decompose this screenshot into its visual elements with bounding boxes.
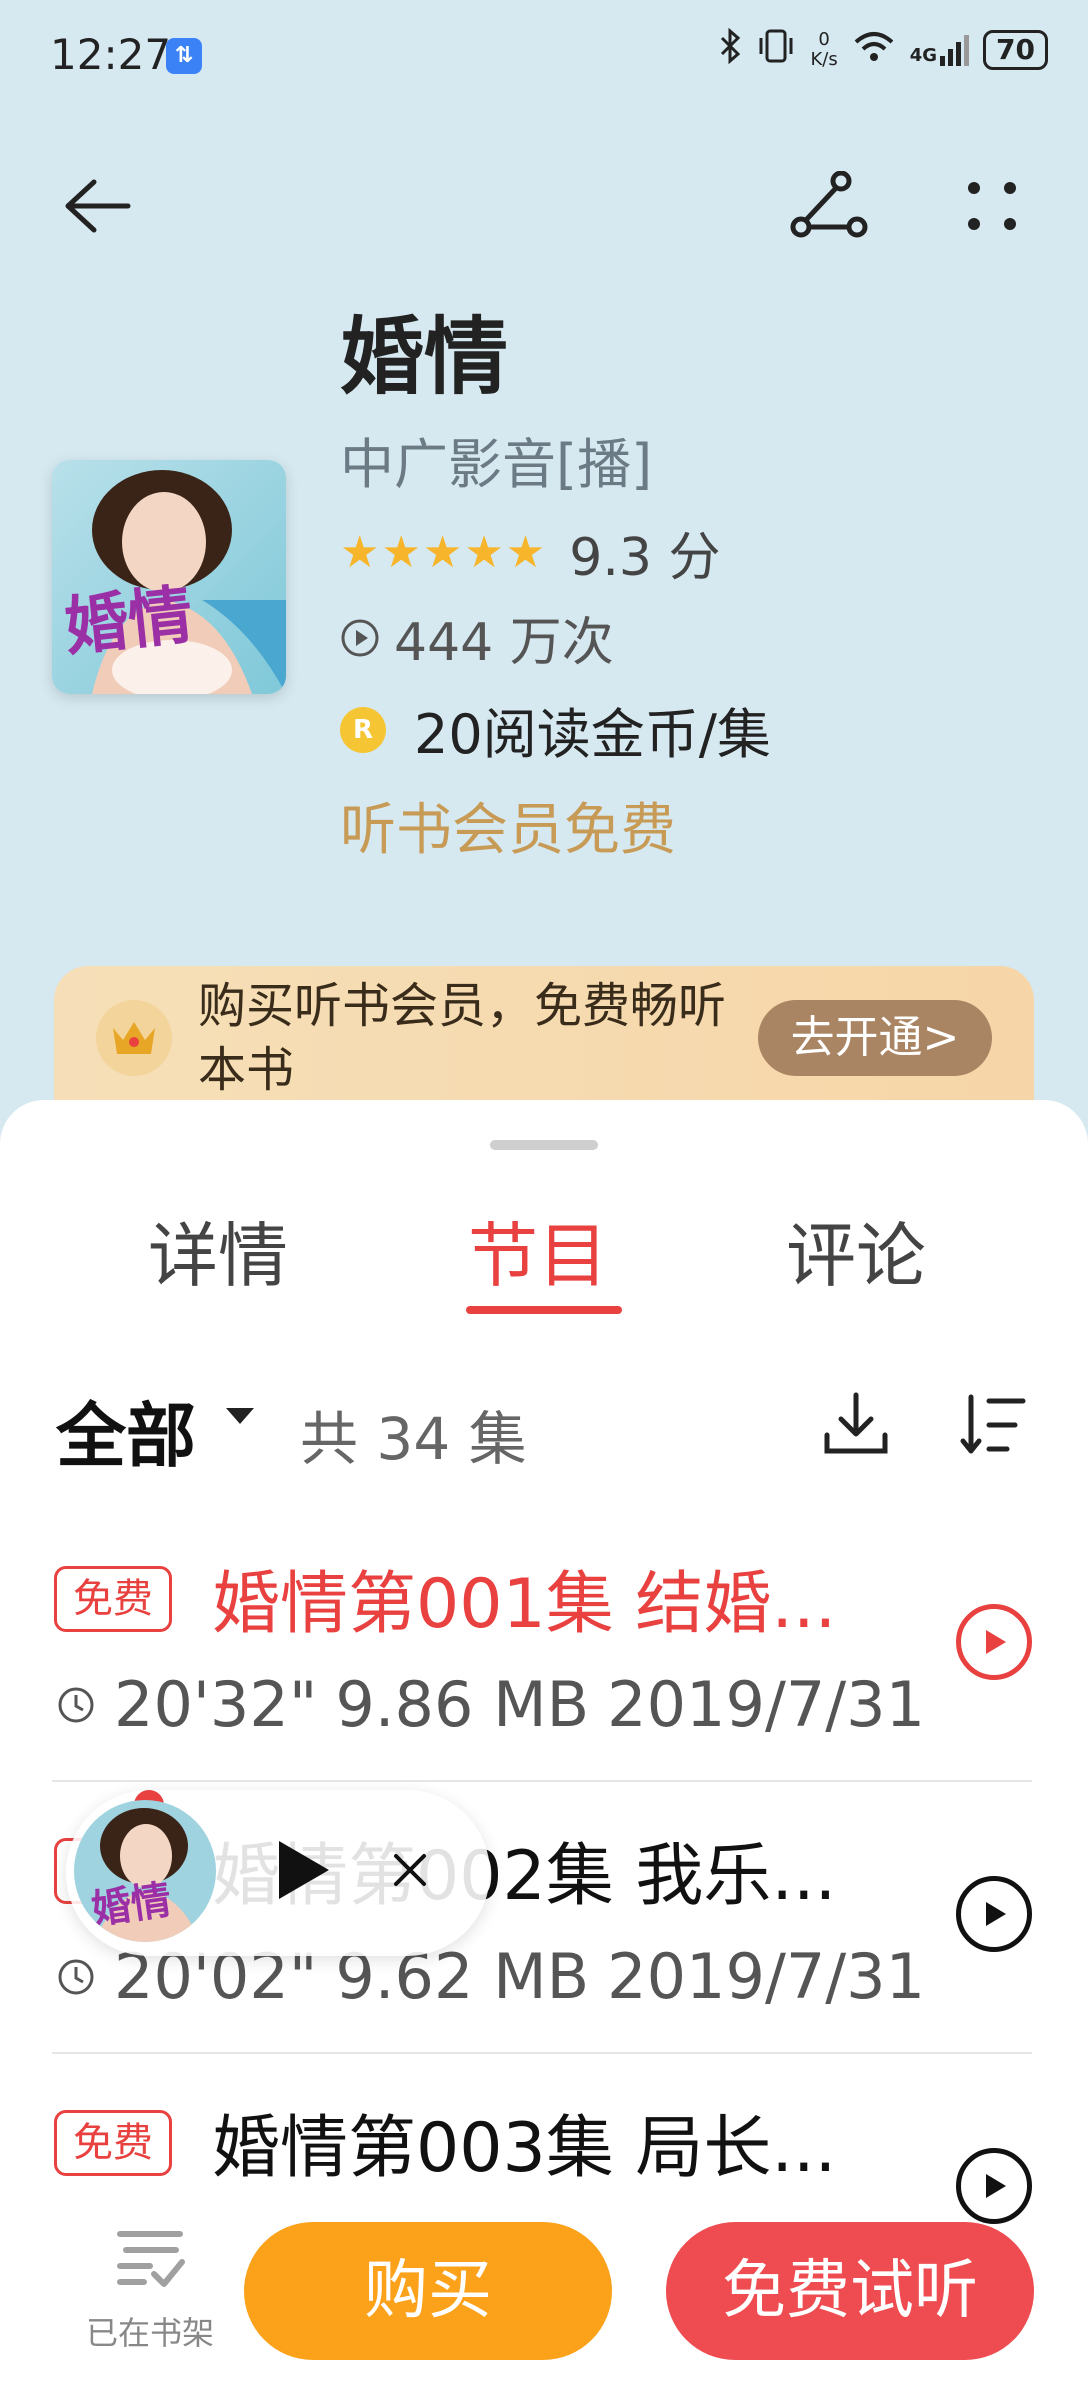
download-button[interactable] [816,1384,896,1464]
episode-title: 婚情第001集 结婚... [212,1565,837,1644]
more-icon [968,182,1016,230]
member-free-note: 听书会员免费 [340,798,676,863]
episode-count: 共 34 集 [300,1405,527,1473]
chevron-down-icon [226,1408,254,1424]
book-title: 婚情 [340,308,509,406]
bookshelf-icon [117,2231,185,2287]
play-count: 444 万次 [394,613,614,673]
episode-date: 2019/7/31 [607,1668,926,1741]
mini-player-play-button[interactable] [268,1830,338,1910]
active-tab-indicator [466,1306,622,1314]
tab-details[interactable]: 详情 [148,1200,288,1301]
episode-play-button[interactable] [956,1876,1032,1952]
rating-value: 9.3 分 [569,528,721,588]
rating-row: ★★★★★ 9.3 分 [340,515,720,590]
price-text: 20阅读金币/集 [414,703,771,766]
play-icon [986,1630,1006,1654]
bookshelf-button[interactable]: 已在书架 [70,2228,230,2354]
episode-row[interactable]: 免费 婚情第001集 结婚... 20'32" 9.86 MB 2019/7/3… [52,1508,1032,1782]
status-app-badge: ⇅ [166,38,202,74]
tab-episodes[interactable]: 节目 [468,1200,608,1301]
status-icons: 0 K/s 4G 70 [718,27,1048,71]
more-button[interactable] [952,166,1032,246]
play-icon [986,2174,1006,2198]
episode-title: 婚情第003集 局长... [212,2109,837,2188]
vibrate-icon [756,28,796,71]
mini-player-close-button[interactable] [380,1840,440,1900]
free-trial-button[interactable]: 免费试听 [666,2222,1034,2360]
play-circle-icon [341,619,379,656]
bluetooth-icon [718,27,742,71]
tab-comments[interactable]: 评论 [786,1200,926,1301]
buy-button[interactable]: 购买 [244,2222,612,2360]
sort-button[interactable] [952,1384,1032,1464]
activate-member-button[interactable]: 去开通> [758,1000,992,1076]
episode-duration: 20'32" [114,1668,318,1741]
sheet-drag-handle[interactable] [490,1140,598,1150]
back-button[interactable] [56,166,136,246]
episode-date: 2019/7/31 [607,1940,926,2013]
sort-icon [960,1394,1026,1454]
arrow-left-icon [65,179,131,233]
crown-icon [96,1000,172,1076]
clock-icon [58,1959,94,1994]
episode-size: 9.86 MB [335,1668,590,1741]
episode-play-button[interactable] [956,1604,1032,1680]
episode-filter-dropdown[interactable]: 全部 [56,1380,196,1481]
wifi-icon [852,28,896,71]
promo-text: 购买听书会员，免费畅听本书 [198,978,727,1098]
net-speed: 0 K/s [810,28,838,70]
play-icon [986,1902,1006,1926]
coin-icon: R [340,706,386,753]
share-icon [790,171,868,238]
episode-play-button[interactable] [956,2148,1032,2224]
star-rating: ★★★★★ [340,527,548,578]
share-button[interactable] [786,166,872,246]
book-cover[interactable]: 婚情 [52,460,286,694]
episode-meta: 20'32" 9.86 MB 2019/7/31 [56,1668,925,1741]
close-icon [394,1854,426,1886]
bookshelf-label: 已在书架 [85,2314,214,2352]
signal-icon: 4G [910,34,970,66]
play-icon [279,1841,329,1899]
download-icon [824,1392,888,1454]
book-author[interactable]: 中广影音[播] [340,420,652,499]
play-count-row: 444 万次 [340,600,614,675]
price-row: R 20阅读金币/集 [340,690,771,769]
status-time: 12:27 [50,30,172,79]
clock-icon [58,1687,94,1722]
cover-title: 婚情 [61,577,197,666]
free-badge: 免费 [54,1566,172,1632]
battery-indicator: 70 [983,29,1048,70]
free-badge: 免费 [54,2110,172,2176]
mini-player-cover[interactable]: 婚情 [74,1800,216,1942]
